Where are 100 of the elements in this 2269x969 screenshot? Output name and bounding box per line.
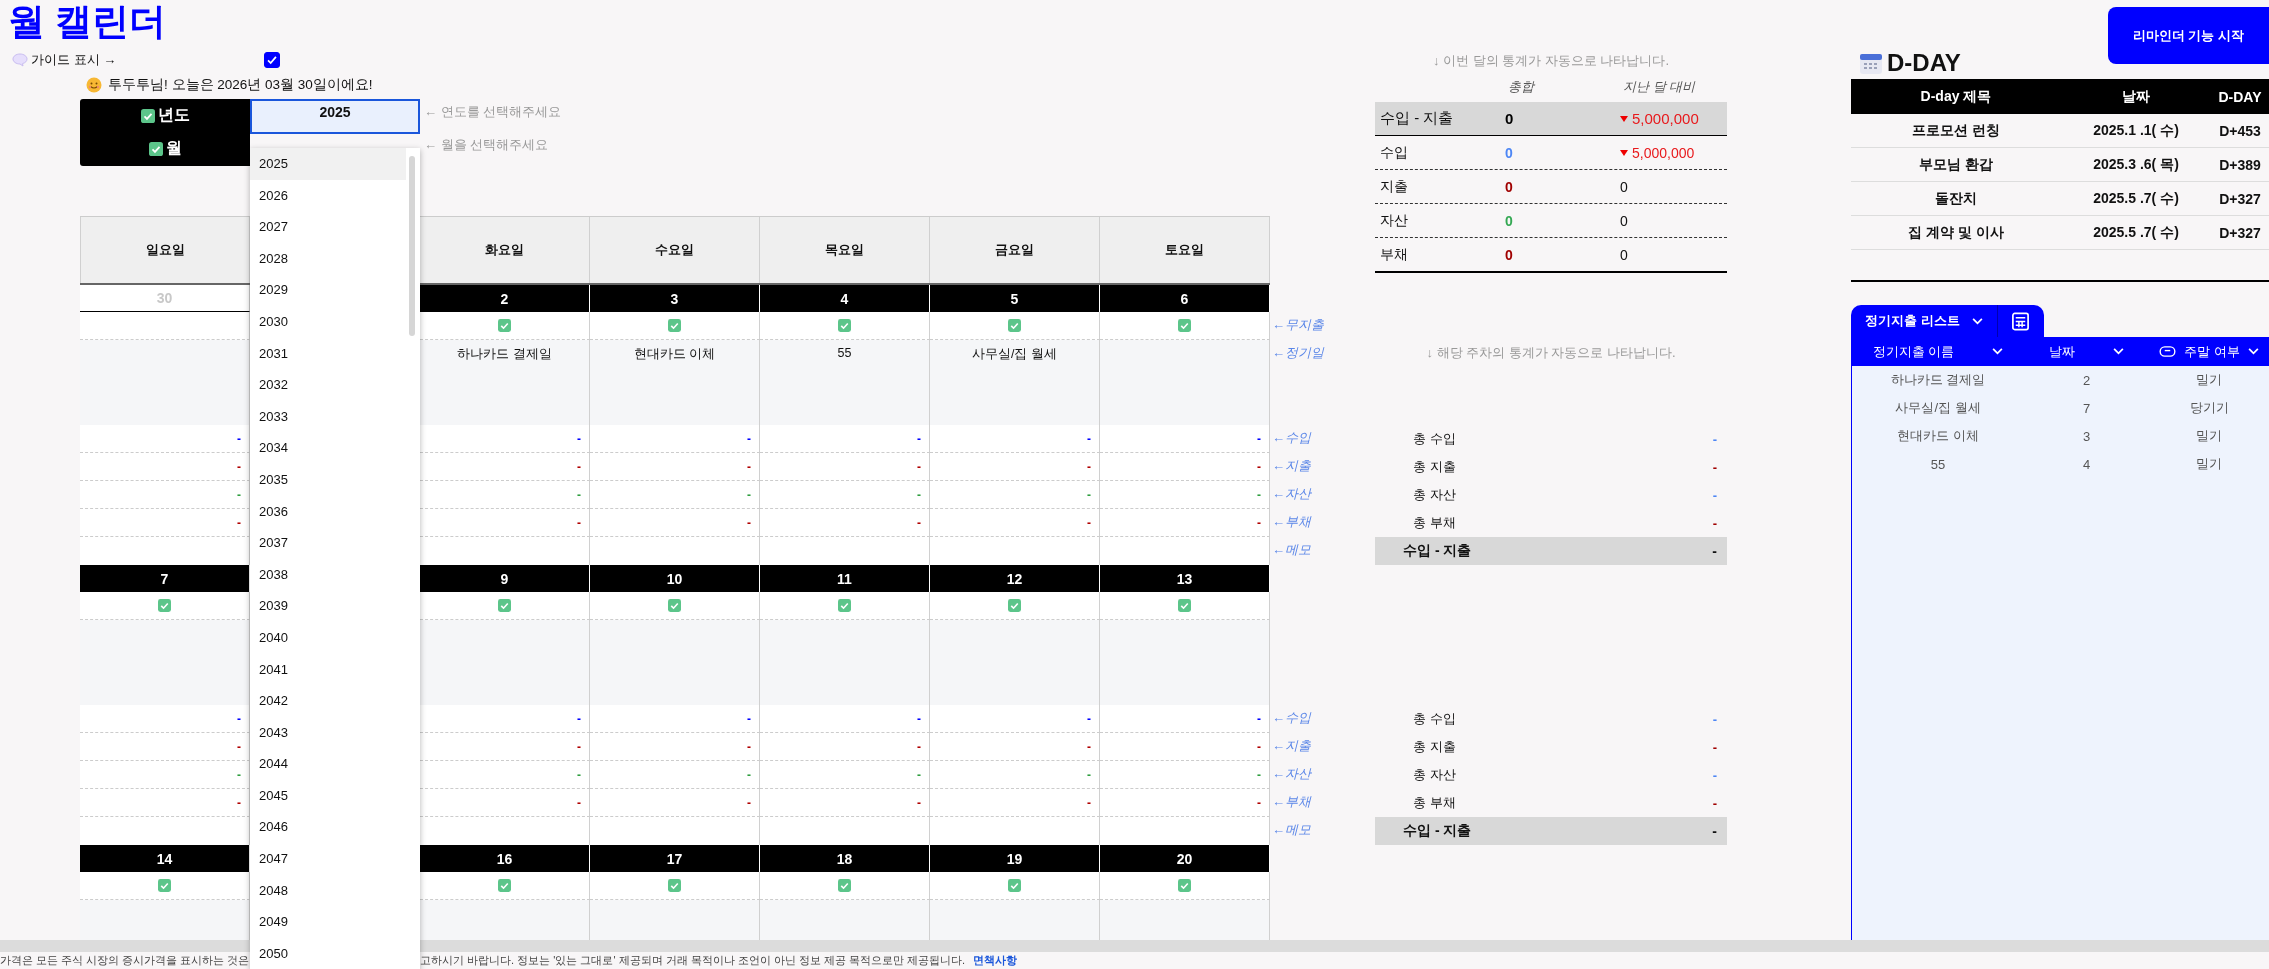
calendar-cell[interactable]: [420, 592, 590, 620]
calendar-cell[interactable]: [420, 872, 590, 900]
dropdown-option[interactable]: 2050: [250, 937, 406, 969]
dropdown-option[interactable]: 2048: [250, 874, 406, 907]
amount-cell: -: [237, 795, 241, 810]
disclaimer-text: 고하시기 바랍니다. 정보는 '있는 그대로' 제공되며 거래 목적이나 조언이 아닌 정보 제공 목적으로만 제공됩니다.: [420, 953, 966, 968]
amount-cell: -: [917, 795, 921, 810]
dday-date: 2025.3 .6( 목): [2092, 155, 2180, 174]
dropdown-option[interactable]: 2047: [250, 843, 406, 875]
dropdown-option[interactable]: 2028: [250, 242, 406, 275]
calendar-cell[interactable]: [80, 872, 250, 900]
reminder-button[interactable]: 리마인더 기능 시작: [2108, 7, 2269, 64]
dropdown-option[interactable]: 2039: [250, 590, 406, 622]
smiley-icon: [86, 77, 102, 93]
check-icon: [498, 319, 511, 332]
calendar-cell[interactable]: [930, 592, 1100, 620]
dropdown-option[interactable]: 2026: [250, 179, 406, 212]
amount-cell: -: [917, 767, 921, 782]
dropdown-option[interactable]: 2037: [250, 527, 406, 559]
dday-count: D+453: [2218, 122, 2262, 139]
table-cell-text: 밀기: [2195, 455, 2223, 473]
dropdown-option[interactable]: 2038: [250, 558, 406, 591]
month-label: 월: [165, 138, 182, 158]
summary-value: -: [1712, 823, 1717, 839]
dropdown-option[interactable]: 2042: [250, 685, 406, 717]
dropdown-option[interactable]: 2027: [250, 211, 406, 243]
amount-cell: -: [1257, 487, 1261, 502]
summary-value: -: [1712, 515, 1717, 531]
amount-cell: -: [1087, 739, 1091, 754]
stat-change: 0: [1620, 212, 1628, 229]
tab-calculator-button[interactable]: [1997, 305, 2044, 337]
row-label: ←메모: [1272, 542, 1311, 557]
amount-cell: -: [1257, 515, 1261, 530]
scrollbar-thumb[interactable]: [409, 156, 415, 336]
calendar-cell[interactable]: [760, 872, 930, 900]
dropdown-option[interactable]: 2046: [250, 811, 406, 844]
column-header[interactable]: 주말 여부: [2149, 342, 2269, 361]
dropdown-option[interactable]: 2040: [250, 621, 406, 654]
check-icon: [668, 599, 681, 612]
dropdown-option[interactable]: 2025: [250, 148, 406, 180]
calendar-cell[interactable]: [1100, 872, 1270, 900]
column-header: D-day 제목: [1919, 87, 1993, 106]
dropdown-option[interactable]: 2034: [250, 432, 406, 464]
row-label: ←지출: [1272, 458, 1311, 473]
calendar-cell[interactable]: [760, 592, 930, 620]
amount-cell: -: [747, 767, 751, 782]
disclaimer-link[interactable]: 면책사항: [973, 953, 1018, 968]
amount-cell: -: [1257, 711, 1261, 726]
check-icon: [838, 599, 851, 612]
calendar-cell[interactable]: [1100, 312, 1270, 340]
stat-total: 0: [1505, 212, 1514, 229]
column-header[interactable]: 날짜: [2024, 342, 2149, 361]
calendar-cell[interactable]: [760, 312, 930, 340]
dropdown-option[interactable]: 2049: [250, 906, 406, 938]
calendar-cell[interactable]: [1100, 592, 1270, 620]
calendar-cell[interactable]: [930, 872, 1100, 900]
weekday-header: 수요일: [590, 217, 760, 283]
date-cell: 3: [590, 285, 760, 312]
stat-total: 0: [1505, 110, 1515, 127]
calendar-cell[interactable]: [80, 312, 250, 340]
dropdown-option[interactable]: 2036: [250, 495, 406, 528]
dropdown-option[interactable]: 2044: [250, 748, 406, 780]
column-header: D-DAY: [2217, 88, 2263, 105]
row-label: ←지출: [1272, 738, 1311, 753]
check-icon: [498, 599, 511, 612]
dropdown-option[interactable]: 2032: [250, 369, 406, 401]
column-header: 지난 달 대비: [1623, 78, 1696, 96]
stat-change: 0: [1620, 246, 1628, 263]
dday-name: 부모님 환갑: [1918, 155, 1994, 174]
month-hint: ← 월을 선택해주세요: [424, 136, 550, 154]
dropdown-option[interactable]: 2035: [250, 463, 406, 496]
stat-total: 0: [1505, 246, 1514, 263]
dropdown-option[interactable]: 2045: [250, 779, 406, 812]
table-cell-text: 2: [2081, 372, 2092, 388]
amount-cell: -: [1257, 431, 1261, 446]
column-header[interactable]: 정기지출 이름: [1852, 342, 2024, 361]
week-stats-hint: ↓ 해당 주차의 통계가 자동으로 나타납니다.: [1425, 344, 1677, 362]
amount-cell: -: [917, 459, 921, 474]
calendar-cell[interactable]: [590, 872, 760, 900]
calendar-cell[interactable]: [420, 312, 590, 340]
table-tab[interactable]: 정기지출 리스트: [1851, 305, 1998, 337]
calendar-cell[interactable]: [590, 312, 760, 340]
guide-checkbox[interactable]: [264, 52, 280, 68]
check-icon: [1008, 599, 1021, 612]
calendar-cell[interactable]: [80, 592, 250, 620]
year-select[interactable]: 2025: [250, 99, 420, 134]
calendar-cell[interactable]: [930, 312, 1100, 340]
amount-cell: -: [577, 487, 581, 502]
stat-total: 0: [1505, 144, 1514, 161]
year-hint: ← 연도를 선택해주세요: [424, 103, 562, 121]
dropdown-option[interactable]: 2029: [250, 274, 406, 306]
dropdown-option[interactable]: 2043: [250, 716, 406, 749]
amount-cell: -: [1087, 431, 1091, 446]
check-icon: [498, 879, 511, 892]
amount-cell: -: [747, 431, 751, 446]
dropdown-option[interactable]: 2030: [250, 305, 406, 338]
dropdown-option[interactable]: 2031: [250, 337, 406, 370]
dropdown-option[interactable]: 2033: [250, 400, 406, 433]
dropdown-option[interactable]: 2041: [250, 653, 406, 686]
calendar-cell[interactable]: [590, 592, 760, 620]
